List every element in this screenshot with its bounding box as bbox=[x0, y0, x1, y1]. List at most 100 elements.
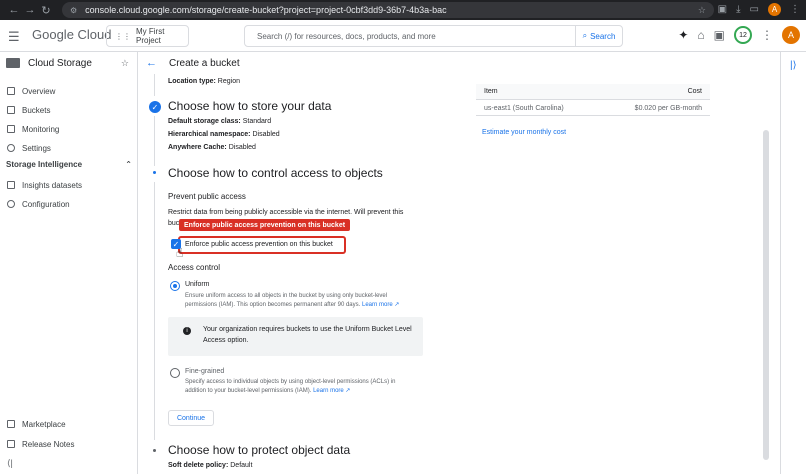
chevron-up-icon: ⌃ bbox=[125, 160, 132, 169]
uniform-info-banner: i Your organization requires buckets to … bbox=[168, 317, 423, 356]
search-placeholder: Search (/) for resources, docs, products… bbox=[257, 32, 436, 41]
user-avatar[interactable]: A bbox=[782, 26, 800, 44]
sidebar-item-label: Marketplace bbox=[22, 419, 66, 429]
estimate-cost-link[interactable]: Estimate your monthly cost bbox=[482, 129, 566, 136]
sidebar-item-overview[interactable]: Overview bbox=[0, 82, 138, 100]
search-icon: ⌕ bbox=[582, 31, 588, 40]
sidebar-item-buckets[interactable]: Buckets bbox=[0, 101, 138, 119]
sidebar-section-label: Storage Intelligence bbox=[6, 160, 83, 169]
overview-icon bbox=[7, 87, 15, 95]
bucket-icon bbox=[7, 106, 15, 114]
step-protect-heading[interactable]: Choose how to protect object data bbox=[168, 443, 350, 457]
sidebar-item-label: Buckets bbox=[22, 105, 51, 115]
sidebar-item-insights-datasets[interactable]: Insights datasets bbox=[0, 176, 138, 194]
sidebar-title: Cloud Storage bbox=[28, 57, 92, 69]
step-connector bbox=[154, 182, 155, 440]
sidebar-item-label: Release Notes bbox=[22, 439, 75, 449]
project-label: My First Project bbox=[136, 27, 165, 45]
sidebar-item-label: Monitoring bbox=[22, 124, 60, 134]
fine-grained-desc-cont: addition to your bucket-level permission… bbox=[185, 387, 350, 394]
col-item: Item bbox=[484, 88, 498, 95]
gemini-sparkle-icon[interactable]: ✦ bbox=[678, 28, 688, 42]
namespace-value: Disabled bbox=[252, 131, 280, 138]
sidebar-item-settings[interactable]: Settings bbox=[0, 139, 138, 157]
current-step-dot bbox=[153, 171, 156, 174]
forward-nav-icon[interactable]: → bbox=[22, 4, 38, 16]
download-icon[interactable]: ⤓ bbox=[736, 4, 740, 15]
sidebar-item-label: Configuration bbox=[22, 199, 70, 209]
hand-cursor-icon: ☝ bbox=[176, 246, 184, 260]
expand-panel-icon[interactable]: |⟩ bbox=[790, 60, 797, 71]
sidebar-item-monitoring[interactable]: Monitoring bbox=[0, 120, 138, 138]
access-control-heading: Access control bbox=[168, 263, 221, 272]
sidebar-section-storage-intelligence[interactable]: Storage Intelligence ⌃ bbox=[6, 160, 132, 169]
page-title: Create a bucket bbox=[169, 57, 240, 69]
location-type-label: Location type: bbox=[168, 78, 216, 85]
sidebar-item-configuration[interactable]: Configuration bbox=[0, 195, 138, 213]
fine-grained-desc-line2: addition to your bucket-level permission… bbox=[185, 388, 312, 394]
fine-grained-desc: Specify access to individual objects by … bbox=[185, 379, 396, 385]
enforce-tooltip: Enforce public access prevention on this… bbox=[179, 219, 351, 231]
table-row: us-east1 (South Carolina) $0.020 per GB-… bbox=[476, 100, 710, 116]
back-nav-icon[interactable]: ← bbox=[6, 4, 22, 16]
sidebar-item-release-notes[interactable]: Release Notes bbox=[0, 435, 138, 453]
hamburger-menu-icon[interactable]: ☰ bbox=[8, 29, 20, 45]
cache-value: Disabled bbox=[228, 144, 256, 151]
tab-icon[interactable]: ▭ bbox=[750, 4, 759, 15]
fine-grained-radio[interactable] bbox=[170, 368, 180, 378]
namespace-summary: Hierarchical namespace: Disabled bbox=[168, 131, 280, 138]
browser-menu-icon[interactable]: ⋮ bbox=[790, 4, 800, 15]
notifications-badge[interactable]: 12 bbox=[734, 26, 752, 44]
location-type-value: Region bbox=[217, 78, 240, 85]
scrollbar[interactable] bbox=[763, 130, 769, 460]
search-button[interactable]: ⌕ Search bbox=[575, 26, 622, 46]
extension-icon[interactable]: ▣ bbox=[718, 4, 727, 15]
row-cost: $0.020 per GB-month bbox=[634, 105, 702, 112]
fine-grained-label[interactable]: Fine-grained bbox=[185, 368, 224, 375]
summary-table-header: Item Cost bbox=[476, 84, 710, 100]
continue-button[interactable]: Continue bbox=[168, 410, 214, 426]
browser-profile-avatar[interactable]: A bbox=[768, 3, 781, 16]
fine-grained-learn-more-link[interactable]: Learn more bbox=[313, 388, 344, 394]
enforce-checkbox-label[interactable]: Enforce public access prevention on this… bbox=[185, 241, 333, 248]
site-info-icon[interactable]: ⚙ bbox=[70, 6, 77, 15]
sidebar-header: Cloud Storage bbox=[0, 52, 138, 74]
col-cost: Cost bbox=[687, 88, 702, 95]
cache-label: Anywhere Cache: bbox=[168, 144, 227, 151]
step-store-heading[interactable]: Choose how to store your data bbox=[168, 99, 331, 113]
google-cloud-logo[interactable]: Google Cloud bbox=[32, 27, 112, 42]
console-header: ☰ Google Cloud ⋮⋮ My First Project Searc… bbox=[0, 20, 806, 52]
sidebar: Cloud Storage ☆ Overview Buckets Monitor… bbox=[0, 52, 138, 474]
bookmark-star-icon[interactable]: ☆ bbox=[698, 5, 706, 16]
pending-step-dot bbox=[153, 449, 156, 452]
sidebar-item-marketplace[interactable]: Marketplace bbox=[0, 415, 138, 433]
address-bar[interactable]: ⚙ console.cloud.google.com/storage/creat… bbox=[62, 2, 714, 18]
external-link-icon: ↗ bbox=[394, 302, 400, 308]
search-input[interactable]: Search (/) for resources, docs, products… bbox=[244, 25, 623, 47]
gift-icon[interactable]: ⌂ bbox=[697, 28, 704, 42]
soft-delete-summary: Soft delete policy: Default bbox=[168, 462, 252, 469]
uniform-desc-line2: permissions (IAM). This option becomes p… bbox=[185, 302, 361, 308]
step-access-heading: Choose how to control access to objects bbox=[168, 166, 383, 180]
collapse-sidebar-icon[interactable]: ⟨| bbox=[7, 458, 13, 469]
namespace-label: Hierarchical namespace: bbox=[168, 131, 251, 138]
storage-class-value: Standard bbox=[242, 118, 272, 125]
uniform-label[interactable]: Uniform bbox=[185, 281, 210, 288]
marketplace-icon bbox=[7, 420, 15, 428]
cloud-shell-icon[interactable]: ▣ bbox=[714, 28, 725, 42]
back-arrow-icon[interactable]: ← bbox=[146, 57, 157, 69]
reload-icon[interactable]: ↻ bbox=[38, 4, 54, 17]
location-type: Location type: Region bbox=[168, 78, 240, 85]
sidebar-item-label: Overview bbox=[22, 86, 56, 96]
project-picker-button[interactable]: ⋮⋮ My First Project bbox=[106, 25, 189, 47]
more-options-icon[interactable]: ⋮ bbox=[761, 28, 773, 42]
uniform-learn-more-link[interactable]: Learn more bbox=[362, 302, 393, 308]
pin-star-icon[interactable]: ☆ bbox=[121, 58, 129, 69]
uniform-desc-cont: permissions (IAM). This option becomes p… bbox=[185, 301, 399, 308]
storage-class-label: Default storage class: bbox=[168, 118, 241, 125]
info-icon: i bbox=[183, 327, 191, 335]
prevent-public-access-desc: Restrict data from being publicly access… bbox=[168, 209, 404, 216]
project-icon: ⋮⋮ bbox=[115, 31, 131, 41]
prevent-public-access-desc-cont: buc bbox=[168, 220, 180, 227]
uniform-radio[interactable] bbox=[170, 281, 180, 291]
